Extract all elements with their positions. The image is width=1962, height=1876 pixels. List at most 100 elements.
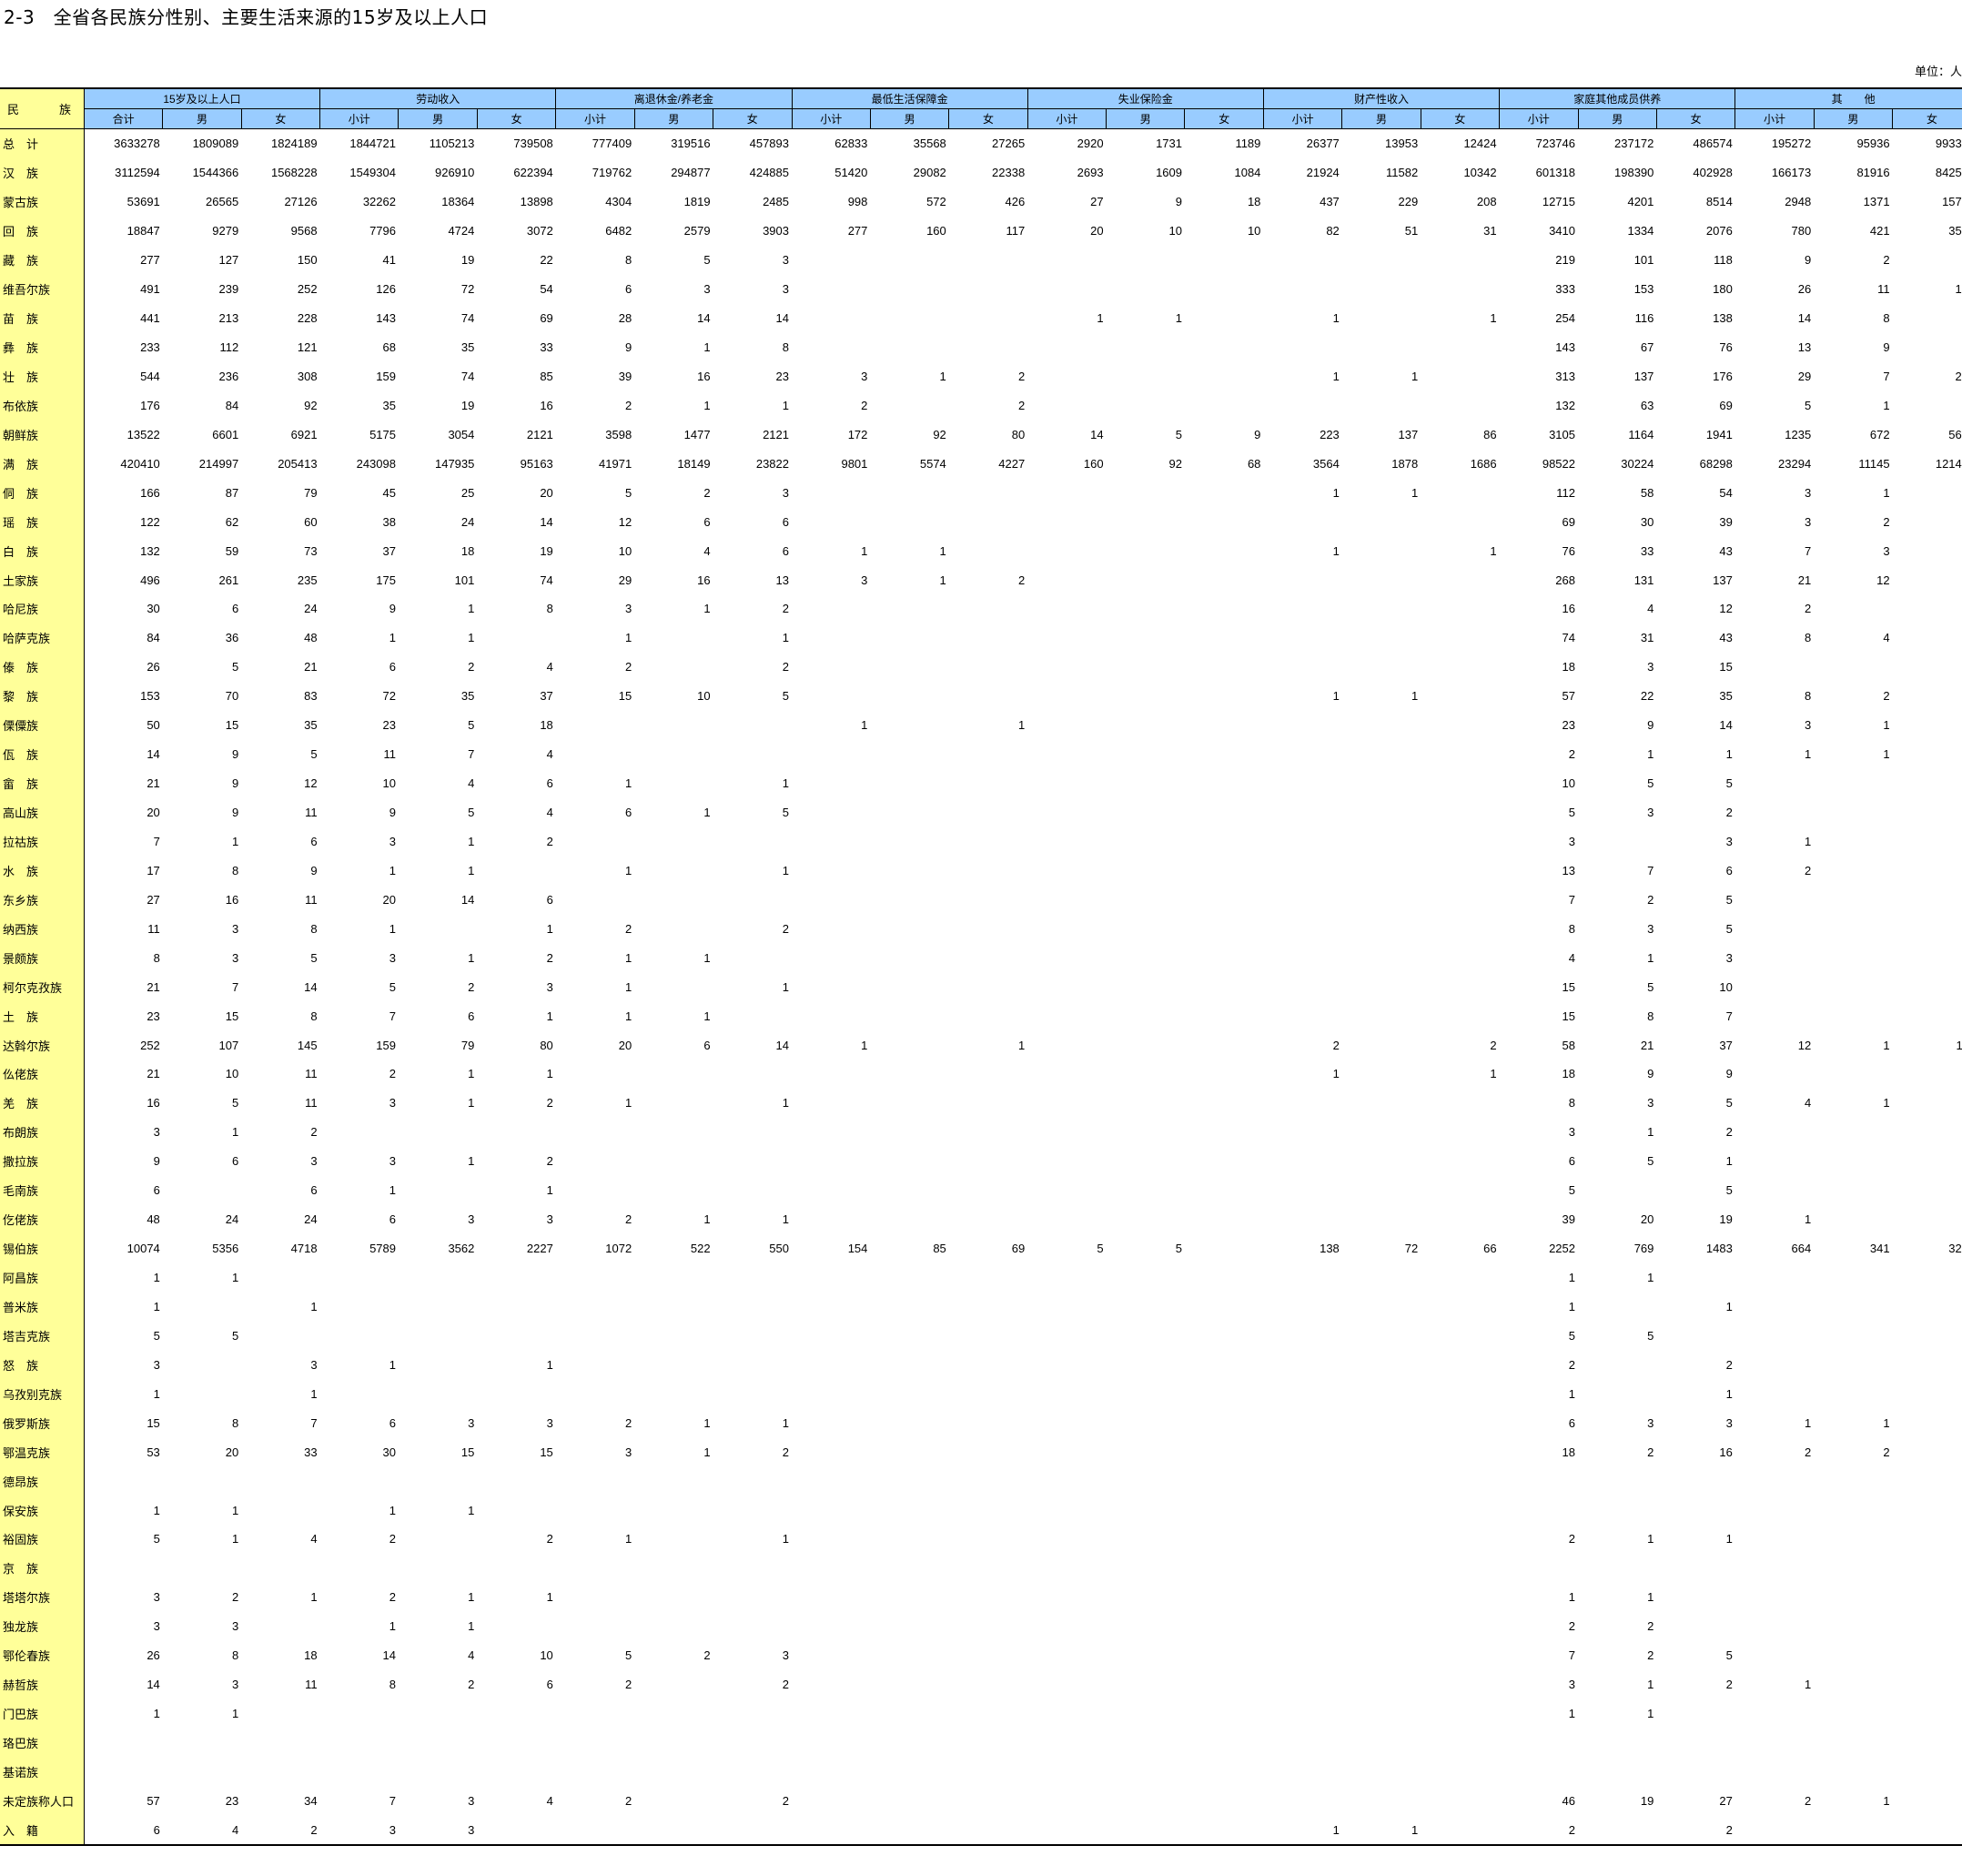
table-cell	[634, 1176, 713, 1205]
table-cell: 1	[1804, 1212, 1812, 1227]
table-cell: 18847	[126, 224, 160, 238]
table-cell: 33	[304, 1445, 318, 1459]
table-cell: 11	[305, 1678, 318, 1692]
table-cell: 6	[84, 1815, 163, 1847]
table-cell	[1893, 972, 1962, 1001]
table-cell: 24	[304, 1212, 318, 1227]
table-cell	[1185, 682, 1263, 711]
table-cell: 8	[1804, 689, 1812, 704]
table-cell: 3105	[1549, 427, 1575, 441]
table-cell: 35	[382, 398, 396, 412]
table-row: 羌 族1651131211835413	[0, 1088, 1962, 1118]
table-cell: 2	[624, 660, 632, 674]
table-cell: 1	[1804, 747, 1812, 762]
table-cell	[792, 1176, 870, 1205]
table-cell	[792, 333, 870, 362]
table-cell	[1421, 1496, 1499, 1525]
table-cell	[1814, 1293, 1892, 1322]
table-cell: 9279	[212, 224, 239, 238]
ethnic-group-header: 民 族	[0, 87, 85, 129]
table-cell: 237172	[1614, 137, 1654, 151]
table-cell	[634, 1466, 713, 1496]
table-row: 傣 族 26 5 21 6 2 4 2 2 18 3 15	[0, 652, 1962, 682]
table-cell	[1263, 885, 1341, 914]
table-cell	[634, 1293, 713, 1322]
table-row: 苗 族 441 213 228 143 74 69 28 14 14 1 1 1 1 254 116 138 14…	[0, 303, 1962, 333]
table-cell	[634, 711, 713, 740]
table-cell	[949, 1641, 1027, 1670]
table-cell	[1027, 1089, 1106, 1118]
table-cell	[949, 1205, 1027, 1234]
table-cell	[634, 856, 713, 885]
table-cell: 22	[540, 253, 553, 268]
table-cell	[1107, 1729, 1185, 1758]
table-cell: 1	[468, 950, 475, 965]
table-cell	[1342, 711, 1421, 740]
table-cell	[1342, 740, 1421, 769]
table-cell	[1263, 1729, 1341, 1758]
table-cell	[1185, 653, 1263, 682]
table-cell	[1027, 536, 1106, 565]
table-cell	[713, 1496, 792, 1525]
table-cell	[1814, 1001, 1892, 1030]
table-cell	[1814, 856, 1892, 885]
column-subheader: 女	[1655, 108, 1735, 129]
table-cell: 1	[1017, 1038, 1026, 1052]
table-cell	[1185, 390, 1263, 420]
table-cell: 27265	[992, 137, 1026, 151]
table-cell	[556, 827, 634, 857]
table-cell: 1	[1647, 747, 1654, 762]
table-cell: 3	[1725, 834, 1733, 848]
table-cell	[556, 1758, 634, 1787]
table-cell: 3	[231, 1678, 239, 1692]
table-cell	[1814, 1612, 1892, 1641]
table-cell: 79	[460, 1038, 475, 1052]
table-cell: 5	[1725, 1648, 1733, 1663]
table-cell: 58	[1640, 485, 1654, 500]
table-cell: 2	[782, 660, 789, 674]
table-cell: 143	[376, 311, 396, 326]
table-cell: 13	[1797, 340, 1812, 355]
table-cell: 68	[382, 340, 396, 355]
ethnic-group-name: 景颇族	[0, 943, 85, 973]
table-cell: 69	[1562, 514, 1575, 529]
table-cell	[634, 1670, 713, 1699]
table-cell	[1185, 478, 1263, 507]
table-cell	[792, 1437, 870, 1466]
table-cell: 51	[1404, 224, 1419, 238]
table-cell: 92	[1168, 456, 1182, 471]
table-cell	[84, 1758, 162, 1787]
ethnic-group-name: 基诺族	[0, 1757, 85, 1787]
table-cell: 1	[1332, 311, 1340, 326]
table-cell: 21924	[1306, 166, 1340, 180]
table-cell: 1	[624, 1532, 632, 1546]
table-cell: 2485	[763, 195, 789, 209]
table-cell	[1027, 856, 1106, 885]
table-cell: 3	[861, 369, 868, 383]
table-cell	[1185, 1786, 1263, 1815]
table-cell: 121	[297, 340, 318, 355]
table-cell	[870, 390, 948, 420]
table-cell: 3	[624, 1445, 632, 1459]
table-cell	[1500, 1729, 1578, 1758]
table-cell: 80	[1011, 427, 1026, 441]
table-cell	[320, 1466, 399, 1496]
table-cell: 2	[468, 660, 475, 674]
table-cell	[1342, 914, 1421, 943]
table-cell	[1893, 1118, 1962, 1147]
table-cell: 6	[1893, 304, 1962, 333]
table-cell: 8	[624, 253, 632, 268]
column-subheader: 小计	[555, 108, 635, 129]
table-cell	[1735, 972, 1814, 1001]
table-cell: 1	[468, 1067, 475, 1081]
table-cell: 1	[1804, 1678, 1812, 1692]
table-cell: 5	[231, 1328, 239, 1343]
table-cell	[399, 914, 477, 943]
table-cell: 45	[382, 485, 396, 500]
table-cell	[792, 478, 870, 507]
table-cell	[1027, 1176, 1106, 1205]
table-cell: 9	[1725, 1067, 1733, 1081]
table-cell	[1814, 1118, 1892, 1147]
table-cell: 30	[1640, 514, 1654, 529]
ethnic-group-name: 锡伯族	[0, 1233, 85, 1263]
